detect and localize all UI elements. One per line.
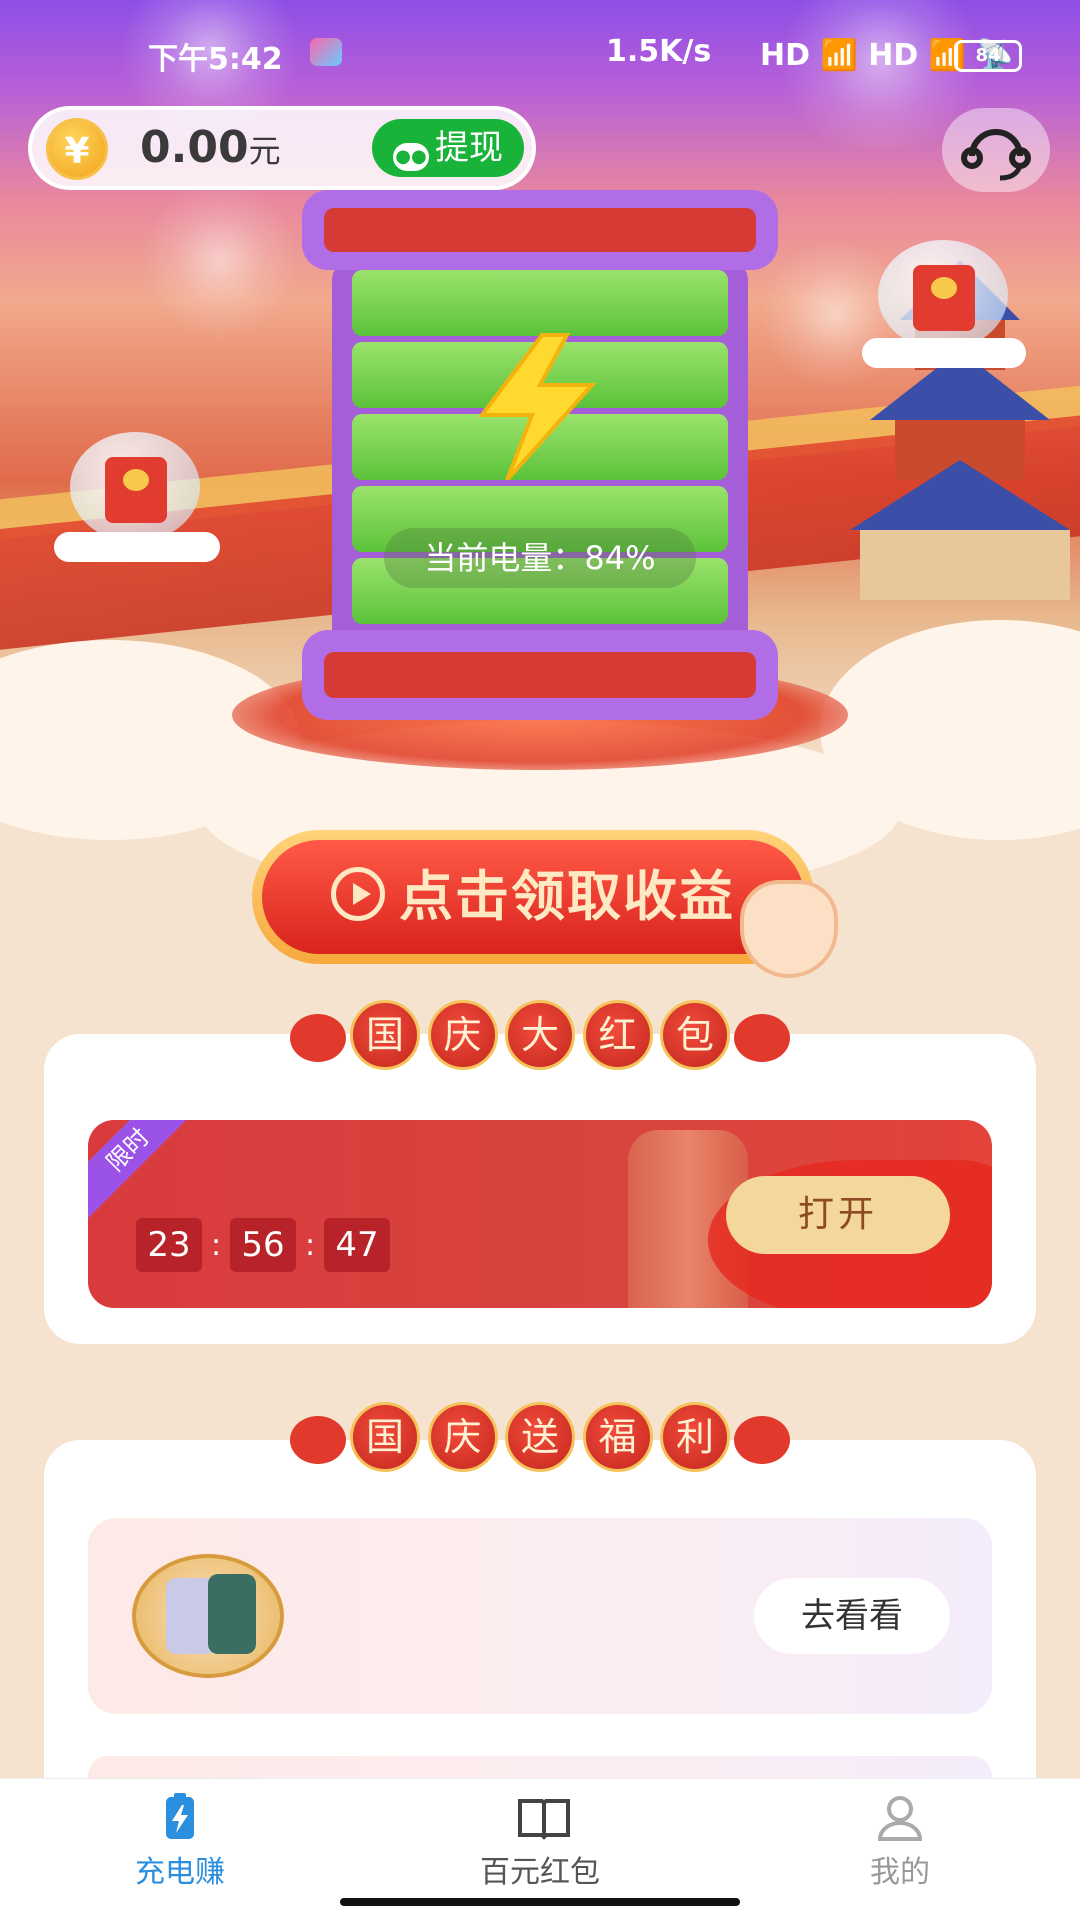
countdown-timer: 23 : 56 : 47	[136, 1218, 390, 1272]
timer-seconds: 47	[324, 1218, 390, 1272]
title-chars: 国 庆 大 红 包	[350, 1000, 730, 1080]
balance-unit: 元	[248, 132, 281, 170]
title-char: 送	[505, 1402, 575, 1472]
tab-mine[interactable]: 我的	[800, 1793, 1000, 1891]
red-envelope-icon	[105, 457, 167, 523]
claim-earnings-inner: 点击领取收益	[262, 840, 804, 954]
status-bar: 下午5:42 1.5K/s HD 📶 HD 📶 📡 84	[0, 30, 1080, 80]
customer-support-button[interactable]	[942, 108, 1050, 192]
title-char: 庆	[427, 1000, 498, 1070]
title-char: 大	[505, 1000, 575, 1070]
headset-icon	[961, 129, 1031, 181]
yuan-coin-icon: ¥	[46, 118, 108, 180]
home-indicator[interactable]	[340, 1898, 740, 1906]
title-char: 国	[350, 1402, 420, 1472]
limited-red-packet-banner[interactable]: 限时 23 : 56 : 47 打开	[88, 1120, 992, 1308]
timer-hours: 23	[136, 1218, 202, 1272]
phone-prize-image	[132, 1554, 284, 1678]
battery-top-cap	[302, 190, 778, 270]
tab-hundred-red-packet[interactable]: 百元红包	[440, 1793, 640, 1891]
balance-amount: 0.00元	[140, 122, 281, 173]
open-red-packet-button[interactable]: 打开	[726, 1176, 950, 1254]
battery-bottom-pattern	[324, 652, 756, 698]
pointing-hand-icon	[740, 880, 838, 978]
play-icon	[331, 867, 385, 921]
tab-label: 充电赚	[135, 1855, 225, 1890]
phone-front-image	[208, 1574, 256, 1654]
tab-charge-earn[interactable]: 充电赚	[80, 1793, 280, 1891]
status-battery-icon: 84	[954, 40, 1022, 72]
lightning-bolt-icon	[478, 333, 597, 480]
balance-value: 0.00	[140, 122, 249, 173]
lantern-icon	[734, 1014, 790, 1062]
bubble-label	[54, 532, 220, 562]
red-envelope-icon	[913, 265, 975, 331]
game-app-icon	[310, 38, 342, 66]
timer-minutes: 56	[230, 1218, 296, 1272]
battery-bottom-cap	[302, 630, 778, 720]
network-speed: 1.5K/s	[606, 34, 712, 69]
red-envelope-bubble[interactable]	[70, 432, 200, 542]
bubble-label	[862, 338, 1026, 368]
battery-illustration: 当前电量：84%	[302, 150, 778, 730]
title-char: 福	[582, 1402, 653, 1472]
title-chars: 国 庆 送 福 利	[350, 1402, 730, 1482]
welfare-item[interactable]: 去看看	[88, 1518, 992, 1714]
timer-separator: :	[210, 1227, 222, 1263]
lantern-icon	[734, 1416, 790, 1464]
tab-label: 百元红包	[480, 1855, 600, 1890]
claim-earnings-button[interactable]: 点击领取收益	[252, 830, 814, 964]
red-envelope-bubble[interactable]	[878, 240, 1008, 350]
firework-decoration	[140, 180, 300, 340]
tab-label: 我的	[870, 1855, 930, 1890]
battery-cell	[352, 270, 728, 336]
user-icon	[876, 1793, 924, 1841]
battery-top-pattern	[324, 208, 756, 252]
battery-charge-icon	[156, 1793, 204, 1841]
status-time: 下午5:42	[148, 42, 283, 77]
charge-level-text: 当前电量：84%	[384, 528, 696, 588]
lantern-icon	[290, 1416, 346, 1464]
welfare-section-title: 国 庆 送 福 利	[290, 1402, 790, 1482]
go-look-button[interactable]: 去看看	[754, 1578, 950, 1654]
title-char: 国	[350, 1000, 420, 1070]
title-char: 包	[660, 1000, 730, 1070]
book-icon	[516, 1793, 570, 1841]
limited-time-tag: 限时	[88, 1120, 199, 1221]
claim-earnings-label: 点击领取收益	[399, 865, 735, 928]
title-char: 庆	[427, 1402, 498, 1472]
title-char: 红	[582, 1000, 653, 1070]
red-packet-section-title: 国 庆 大 红 包	[290, 1000, 790, 1080]
title-char: 利	[660, 1402, 730, 1472]
lantern-icon	[290, 1014, 346, 1062]
timer-separator: :	[304, 1227, 316, 1263]
